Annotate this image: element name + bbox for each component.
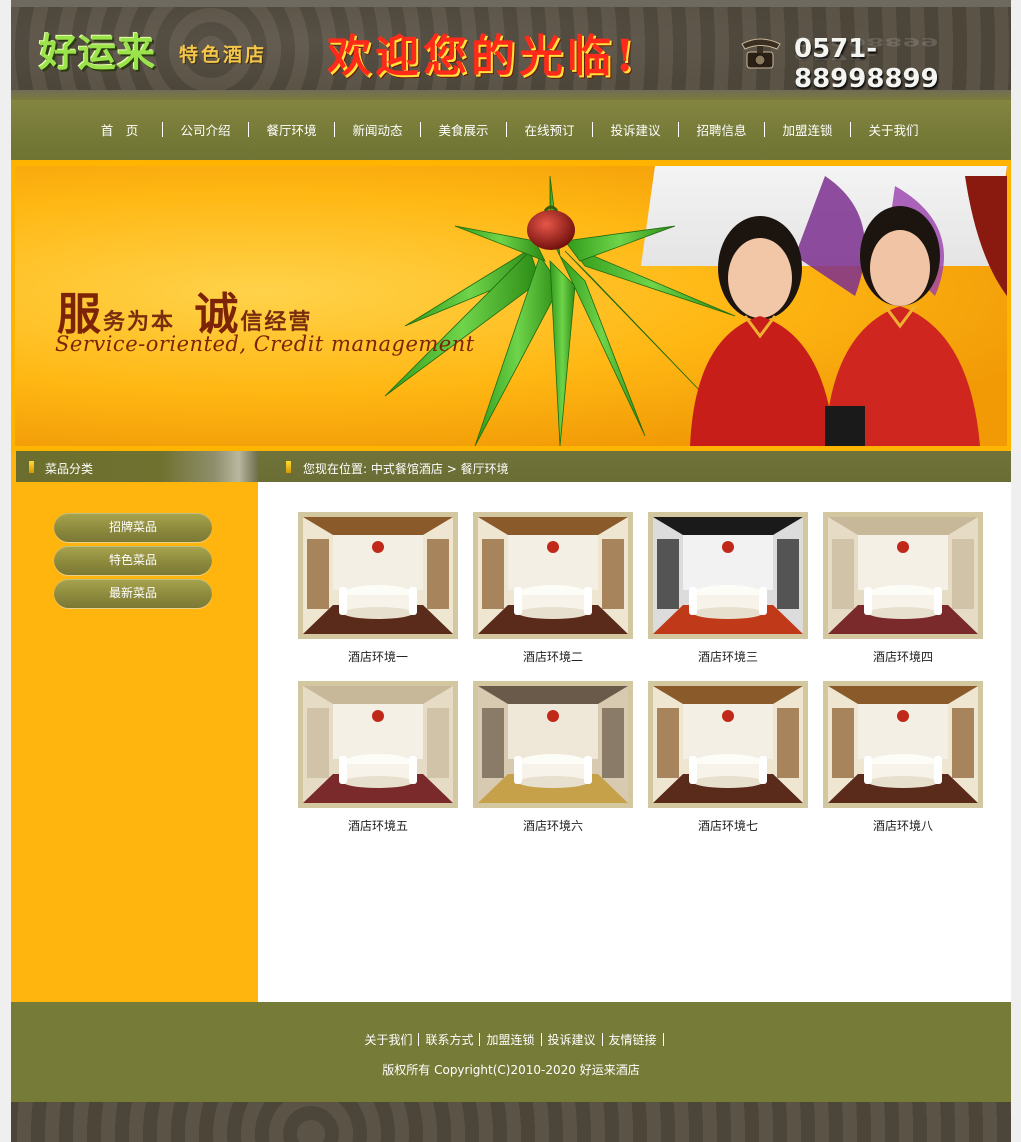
footer-link-4[interactable]: 投诉建议 xyxy=(542,1033,602,1047)
gallery-caption[interactable]: 酒店环境三 xyxy=(648,648,808,665)
gallery-card: 酒店环境六 xyxy=(473,681,633,834)
nav-link-7[interactable]: 投诉建议 xyxy=(593,122,678,140)
sidebar-header: 菜品分类 xyxy=(16,451,258,482)
gallery-card: 酒店环境三 xyxy=(648,512,808,665)
site-header: 好运来 特色酒店 欢迎您的光临! 0571-88998899 0571-8899… xyxy=(11,0,1011,100)
nav-item: 在线预订 xyxy=(507,122,592,140)
gallery-thumbnail-5[interactable] xyxy=(298,681,458,808)
breadcrumb-home-link[interactable]: 中式餐馆酒店 xyxy=(371,462,443,476)
restaurant-room-image xyxy=(478,686,628,803)
nav-link-9[interactable]: 加盟连锁 xyxy=(765,122,850,140)
footer-separator xyxy=(662,1033,664,1046)
breadcrumb: 您现在位置: 中式餐馆酒店 > 餐厅环境 xyxy=(258,451,1011,482)
gallery-caption[interactable]: 酒店环境七 xyxy=(648,817,808,834)
category-button-3[interactable]: 最新菜品 xyxy=(54,579,212,608)
footer-link-5[interactable]: 友情链接 xyxy=(603,1033,663,1047)
nav-item: 关于我们 xyxy=(851,122,936,140)
gallery-card: 酒店环境七 xyxy=(648,681,808,834)
phone-number: 0571-88998899 xyxy=(794,34,939,94)
header-bottom-strip xyxy=(11,90,1011,100)
gallery-caption[interactable]: 酒店环境六 xyxy=(473,817,633,834)
footer-link-3[interactable]: 加盟连锁 xyxy=(480,1033,540,1047)
main-navigation: 首 页公司介绍 餐厅环境 新闻动态 美食展示 在线预订 投诉建议 招聘信息 加盟连锁 关于我们 xyxy=(11,100,1011,162)
gallery-card: 酒店环境一 xyxy=(298,512,458,665)
restaurant-room-image xyxy=(303,686,453,803)
page-bottom-strip xyxy=(11,1102,1011,1142)
nav-link-2[interactable]: 公司介绍 xyxy=(163,122,248,140)
restaurant-room-image xyxy=(828,686,978,803)
breadcrumb-marker-icon xyxy=(286,461,291,473)
nav-link-4[interactable]: 新闻动态 xyxy=(335,122,420,140)
restaurant-room-image xyxy=(653,686,803,803)
nav-link-10[interactable]: 关于我们 xyxy=(851,122,936,140)
banner-slogan-english: Service-oriented, Credit management xyxy=(55,332,475,356)
page: 好运来 特色酒店 欢迎您的光临! 0571-88998899 0571-8899… xyxy=(11,0,1011,1142)
breadcrumb-prefix: 您现在位置: xyxy=(303,462,368,476)
restaurant-room-image xyxy=(828,517,978,634)
category-button-1[interactable]: 招牌菜品 xyxy=(54,513,212,542)
breadcrumb-current: 餐厅环境 xyxy=(460,462,509,476)
nav-link-6[interactable]: 在线预订 xyxy=(507,122,592,140)
nav-item: 投诉建议 xyxy=(593,122,678,140)
breadcrumb-separator-icon: > xyxy=(446,462,457,476)
telephone-icon xyxy=(741,38,781,69)
hero-banner: 服务为本 诚信经营 Service-oriented, Credit manag… xyxy=(11,162,1011,451)
footer-link-1[interactable]: 关于我们 xyxy=(358,1033,418,1047)
nav-link-8[interactable]: 招聘信息 xyxy=(679,122,764,140)
header-top-strip xyxy=(11,0,1011,7)
gallery-thumbnail-1[interactable] xyxy=(298,512,458,639)
nav-link-3[interactable]: 餐厅环境 xyxy=(249,122,334,140)
gallery-caption[interactable]: 酒店环境五 xyxy=(298,817,458,834)
footer-link-2[interactable]: 联系方式 xyxy=(419,1033,479,1047)
gallery-caption[interactable]: 酒店环境八 xyxy=(823,817,983,834)
gallery-card: 酒店环境四 xyxy=(823,512,983,665)
site-footer: 关于我们 联系方式 加盟连锁 投诉建议 友情链接 版权所有 Copyright(C)20… xyxy=(11,1002,1011,1102)
restaurant-room-image xyxy=(653,517,803,634)
gallery-thumbnail-2[interactable] xyxy=(473,512,633,639)
banner-hostesses-image xyxy=(690,176,1007,446)
breadcrumb-text: 您现在位置: 中式餐馆酒店 > 餐厅环境 xyxy=(303,460,509,477)
restaurant-room-image xyxy=(303,517,453,634)
logo-sub-text: 特色酒店 xyxy=(179,44,268,66)
restaurant-room-image xyxy=(478,517,628,634)
gallery-thumbnail-4[interactable] xyxy=(823,512,983,639)
nav-item: 首 页 xyxy=(77,122,162,140)
sidebar: 菜品分类 招牌菜品特色菜品最新菜品 xyxy=(11,451,258,1002)
gallery-card: 酒店环境五 xyxy=(298,681,458,834)
gallery-card: 酒店环境二 xyxy=(473,512,633,665)
welcome-banner-text: 欢迎您的光临! xyxy=(327,31,639,82)
nav-item: 加盟连锁 xyxy=(765,122,850,140)
nav-item: 公司介绍 xyxy=(163,122,248,140)
main-content: 您现在位置: 中式餐馆酒店 > 餐厅环境 酒店环境一 酒店环境二 酒店环境三 酒店环境… xyxy=(258,451,1011,1002)
nav-item: 美食展示 xyxy=(421,122,506,140)
sidebar-title: 菜品分类 xyxy=(45,462,94,476)
copyright-text: 版权所有 Copyright(C)2010-2020 好运来酒店 xyxy=(382,1063,640,1077)
nav-item: 新闻动态 xyxy=(335,122,420,140)
gallery-thumbnail-8[interactable] xyxy=(823,681,983,808)
nav-item: 餐厅环境 xyxy=(249,122,334,140)
category-list: 招牌菜品特色菜品最新菜品 xyxy=(54,513,212,612)
nav-item: 招聘信息 xyxy=(679,122,764,140)
nav-list: 首 页公司介绍 餐厅环境 新闻动态 美食展示 在线预订 投诉建议 招聘信息 加盟连锁 关于我们 xyxy=(77,122,936,140)
gallery-caption[interactable]: 酒店环境四 xyxy=(823,648,983,665)
sidebar-header-marker-icon xyxy=(29,461,34,473)
gallery-thumbnail-3[interactable] xyxy=(648,512,808,639)
banner-image: 服务为本 诚信经营 Service-oriented, Credit manag… xyxy=(15,166,1007,446)
footer-links: 关于我们 联系方式 加盟连锁 投诉建议 友情链接 xyxy=(11,1031,1011,1048)
gallery-caption[interactable]: 酒店环境二 xyxy=(473,648,633,665)
nav-link-5[interactable]: 美食展示 xyxy=(421,122,506,140)
gallery-thumbnail-6[interactable] xyxy=(473,681,633,808)
category-button-2[interactable]: 特色菜品 xyxy=(54,546,212,575)
gallery-caption[interactable]: 酒店环境一 xyxy=(298,648,458,665)
nav-link-1[interactable]: 首 页 xyxy=(77,122,162,140)
gallery-card: 酒店环境八 xyxy=(823,681,983,834)
gallery-thumbnail-7[interactable] xyxy=(648,681,808,808)
logo-main-text[interactable]: 好运来 xyxy=(39,22,156,77)
